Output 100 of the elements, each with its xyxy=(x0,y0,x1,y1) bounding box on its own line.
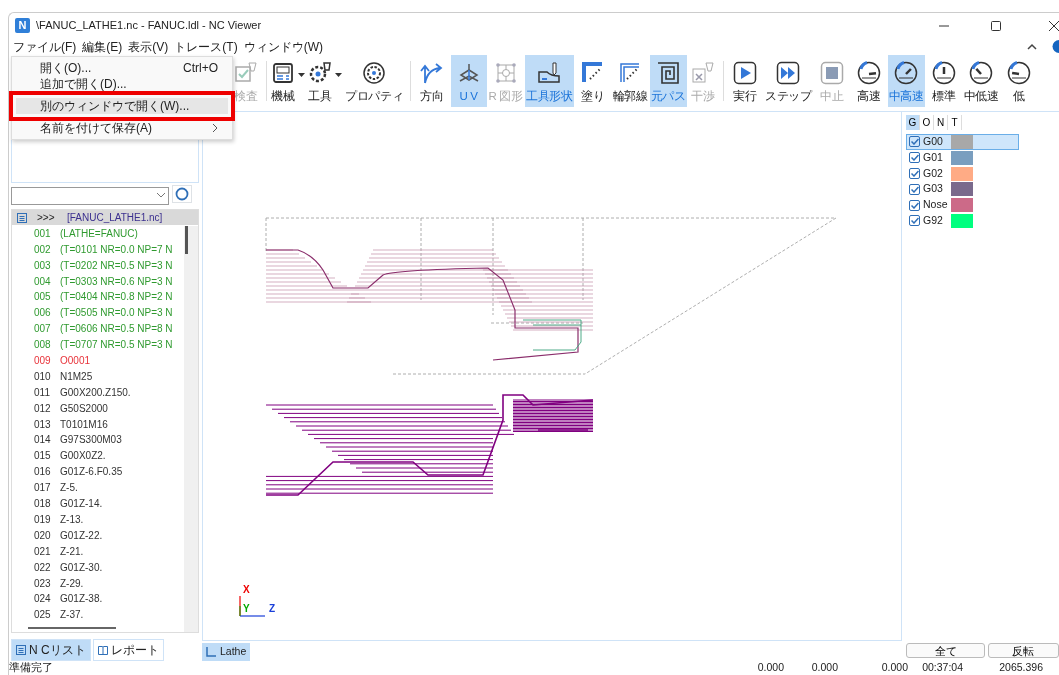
action-button[interactable]: 全て xyxy=(906,643,986,658)
menu-item[interactable]: 開く(O)... Ctrl+O xyxy=(12,60,232,76)
dropdown-field[interactable] xyxy=(11,186,169,205)
status-value: 2065.396 xyxy=(998,660,1043,675)
fast-forward-icon xyxy=(776,61,801,85)
toolbar-button[interactable]: 標準 xyxy=(925,55,962,107)
code-line: G97S300M03 xyxy=(59,433,122,448)
toolbar-button[interactable]: 方向 xyxy=(413,55,450,107)
scrollbar-thumb xyxy=(185,225,188,254)
collapse-icon[interactable] xyxy=(1027,43,1037,50)
code-filter-item[interactable]: G02 xyxy=(906,165,1019,182)
menu-item[interactable]: 表示(V) xyxy=(128,37,169,56)
line-number: 008 xyxy=(33,338,52,353)
line-number: 002 xyxy=(33,242,52,257)
code-filter-item[interactable]: G03 xyxy=(906,181,1019,198)
close-icon[interactable] xyxy=(1049,20,1059,31)
action-button[interactable]: 反転 xyxy=(987,643,1059,658)
line-number: 001 xyxy=(33,226,52,241)
book-icon xyxy=(97,645,108,655)
axis-label: Z xyxy=(269,603,276,615)
view-tab[interactable]: Lathe xyxy=(202,643,251,661)
code-line: (T=0202 NR=0.5 NP=3 N xyxy=(59,258,173,273)
tool-icon xyxy=(537,61,562,85)
app-icon: N xyxy=(15,18,30,33)
filter-tab[interactable]: T xyxy=(948,115,962,130)
checkbox[interactable] xyxy=(909,183,920,195)
code-line: G00X200.Z150. xyxy=(59,385,131,400)
line-number: 012 xyxy=(33,401,52,416)
code-line: (T=0101 NR=0.0 NP=7 N xyxy=(59,242,173,257)
checkbox[interactable] xyxy=(909,136,920,148)
filter-tab[interactable]: O xyxy=(920,115,934,130)
refresh-button[interactable] xyxy=(171,184,192,203)
code-filter-item[interactable]: G92 xyxy=(906,213,1019,229)
toolbar-button[interactable]: 低 xyxy=(1000,55,1037,107)
gauge-icon xyxy=(969,61,994,85)
code-filter-item[interactable]: Nose xyxy=(906,197,1019,213)
toolbar-button[interactable]: 機械 xyxy=(270,55,306,107)
code-line: (T=0606 NR=0.5 NP=8 N xyxy=(59,322,173,337)
code-line: (LATHE=FANUC) xyxy=(59,226,138,241)
code-line: (T=0505 NR=0.0 NP=3 N xyxy=(59,306,173,321)
toolbar-button[interactable]: 工具 xyxy=(307,55,343,107)
code-line: G01Z-14. xyxy=(59,497,103,512)
line-number: 017 xyxy=(33,481,52,496)
code-line: Z-29. xyxy=(59,576,84,591)
line-number: 024 xyxy=(33,592,52,607)
line-number: 020 xyxy=(33,528,52,543)
line-number: 010 xyxy=(33,369,52,384)
line-number: 022 xyxy=(33,560,52,575)
menu-item[interactable]: 編集(E) xyxy=(82,37,123,56)
line-number: 025 xyxy=(33,608,52,623)
code-line: G01Z-22. xyxy=(59,528,103,543)
toolbar-button[interactable]: 高速 xyxy=(850,55,887,107)
line-number: 006 xyxy=(33,306,52,321)
code-filter-item[interactable]: G01 xyxy=(906,149,1019,166)
line-number: 021 xyxy=(33,544,52,559)
item-label: G01 xyxy=(923,149,943,165)
gear-icon xyxy=(362,61,387,85)
code-line: T0101M16 xyxy=(59,417,108,432)
checkbox[interactable] xyxy=(909,168,920,179)
item-label: G00 xyxy=(923,134,943,150)
line-number: 011 xyxy=(33,385,51,400)
chevron-down-icon xyxy=(157,193,165,199)
checkbox[interactable] xyxy=(909,152,920,164)
maximize-icon[interactable] xyxy=(991,20,1001,31)
toolbar-button[interactable]: 実行 xyxy=(726,55,763,107)
toolbar-button[interactable]: ステップ xyxy=(763,55,813,107)
menu-item[interactable]: ウィンドウ(W) xyxy=(243,37,323,56)
checkbox[interactable] xyxy=(909,215,920,227)
help-icon[interactable] xyxy=(1051,40,1059,53)
code-line: G50S2000 xyxy=(59,401,108,416)
filter-tab[interactable]: G xyxy=(906,115,920,130)
panel-tab[interactable]: レポート xyxy=(92,639,164,661)
code-line: Z-13. xyxy=(59,512,84,527)
code-filter-item[interactable]: G00 xyxy=(906,134,1019,150)
line-number: 014 xyxy=(33,433,52,448)
menu-item[interactable]: 名前を付けて保存(A) xyxy=(12,120,232,136)
checkbox[interactable] xyxy=(909,199,920,211)
line-number: 009 xyxy=(33,354,52,369)
code-line: G00X0Z2. xyxy=(59,449,106,464)
status-text: 準備完了 xyxy=(9,660,54,675)
line-number: 023 xyxy=(33,576,52,591)
panel-tab[interactable]: N Cリスト xyxy=(11,639,91,661)
toolbar-button[interactable]: 輪郭線 xyxy=(611,55,649,107)
item-label: Nose xyxy=(923,197,948,213)
menu-item[interactable]: 追加で開く(D)... xyxy=(12,76,232,92)
code-line: Z-5. xyxy=(59,481,78,496)
axis-label: X xyxy=(243,584,250,596)
code-line: G01Z-30. xyxy=(59,560,103,575)
item-label: G02 xyxy=(923,165,943,181)
cross-icon xyxy=(690,61,715,85)
line-number: 013 xyxy=(33,417,52,432)
toolbar-button[interactable]: 塗り xyxy=(574,55,611,107)
gauge-icon xyxy=(856,61,881,85)
menu-item[interactable]: トレース(T) xyxy=(174,37,238,56)
stop-icon xyxy=(819,61,844,85)
line-number: 007 xyxy=(33,322,52,337)
filter-tab[interactable]: N xyxy=(934,115,948,130)
menu-item[interactable]: ファイル(F) xyxy=(13,37,77,56)
toolbar-button[interactable]: 中低速 xyxy=(962,55,1000,107)
monitor-icon xyxy=(271,61,295,85)
